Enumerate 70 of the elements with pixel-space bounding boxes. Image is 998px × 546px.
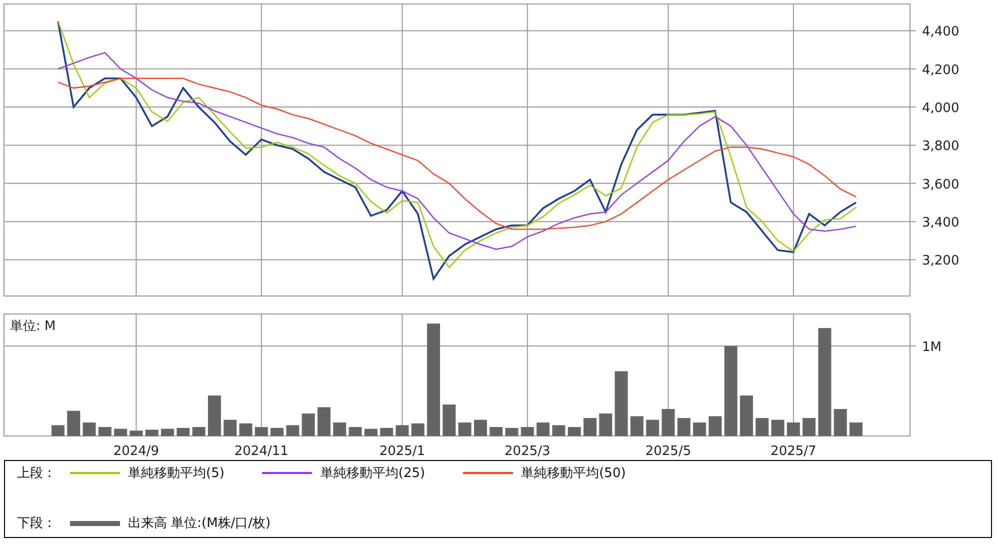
volume-bar	[584, 418, 596, 436]
volume-bar	[474, 420, 487, 436]
legend-label: 単純移動平均(25)	[320, 465, 426, 482]
volume-bar	[756, 418, 769, 436]
volume-bar	[286, 425, 300, 436]
volume-bar	[82, 422, 96, 436]
axis-label: 3,400	[922, 216, 960, 231]
volume-bar	[302, 414, 315, 436]
volume-bar	[568, 427, 581, 436]
volume-bar	[333, 422, 346, 436]
volume-bar	[51, 425, 64, 436]
volume-bar	[520, 427, 534, 436]
volume-bar	[396, 425, 409, 436]
volume-bar	[677, 418, 690, 436]
volume-bar	[208, 396, 221, 436]
volume-bar	[318, 407, 330, 436]
legend-label: 単純移動平均(5)	[128, 465, 224, 482]
volume-bar	[834, 409, 847, 436]
axis-label: 2025/5	[645, 444, 692, 459]
volume-bar	[850, 422, 863, 436]
axis-label: 2025/3	[504, 444, 550, 459]
volume-bar	[490, 427, 503, 436]
volume-bar	[254, 427, 268, 436]
volume-bar	[270, 428, 284, 436]
legend-label: 単純移動平均(50)	[521, 465, 626, 482]
volume-bar	[708, 416, 722, 436]
volume-bar	[536, 422, 550, 436]
axis-label: 4,000	[922, 101, 960, 116]
volume-bar	[348, 427, 362, 436]
legend-heading: 下段：	[17, 515, 56, 532]
volume-bar	[98, 427, 112, 436]
volume-bar	[176, 428, 190, 436]
axis-label: 4,400	[922, 24, 960, 40]
volume-bar	[693, 422, 706, 436]
volume-bar	[786, 422, 800, 436]
volume-bar	[380, 428, 394, 436]
unit-label: 単位: M	[10, 319, 56, 334]
axis-label: 3,200	[922, 254, 960, 269]
volume-bar	[599, 414, 612, 436]
axis-label: 3,800	[922, 139, 960, 154]
axis-label: 4,200	[922, 62, 960, 78]
volume-bar	[505, 428, 518, 436]
volume-bar	[771, 420, 784, 436]
volume-bar	[802, 418, 816, 436]
volume-bar	[145, 430, 158, 436]
volume-bar	[130, 430, 143, 436]
volume-bar	[662, 409, 675, 436]
volume-bar	[614, 371, 628, 436]
volume-bar	[458, 422, 472, 436]
legend-label: 出来高 単位:(M株/口/枚)	[128, 515, 271, 532]
volume-bar	[114, 428, 128, 436]
axis-label: 1M	[922, 340, 942, 356]
volume-bar	[364, 428, 378, 436]
axis-label: 2025/1	[379, 444, 426, 459]
legend-heading: 上段：	[17, 465, 56, 482]
volume-bar	[442, 404, 456, 436]
axis-label: 2024/11	[234, 444, 288, 459]
volume-bar	[646, 420, 660, 436]
volume-bar	[552, 425, 566, 436]
volume-bar	[740, 396, 753, 436]
volume-bar	[630, 416, 644, 436]
axis-label: 2025/7	[770, 444, 816, 459]
volume-bar	[224, 420, 237, 436]
volume-bar	[192, 427, 206, 436]
volume-bar	[239, 423, 252, 436]
volume-bar	[161, 428, 174, 436]
volume-bar	[411, 423, 424, 436]
volume-bar	[67, 410, 80, 436]
axis-label: 2024/9	[113, 444, 160, 459]
axis-label: 3,600	[922, 177, 960, 192]
